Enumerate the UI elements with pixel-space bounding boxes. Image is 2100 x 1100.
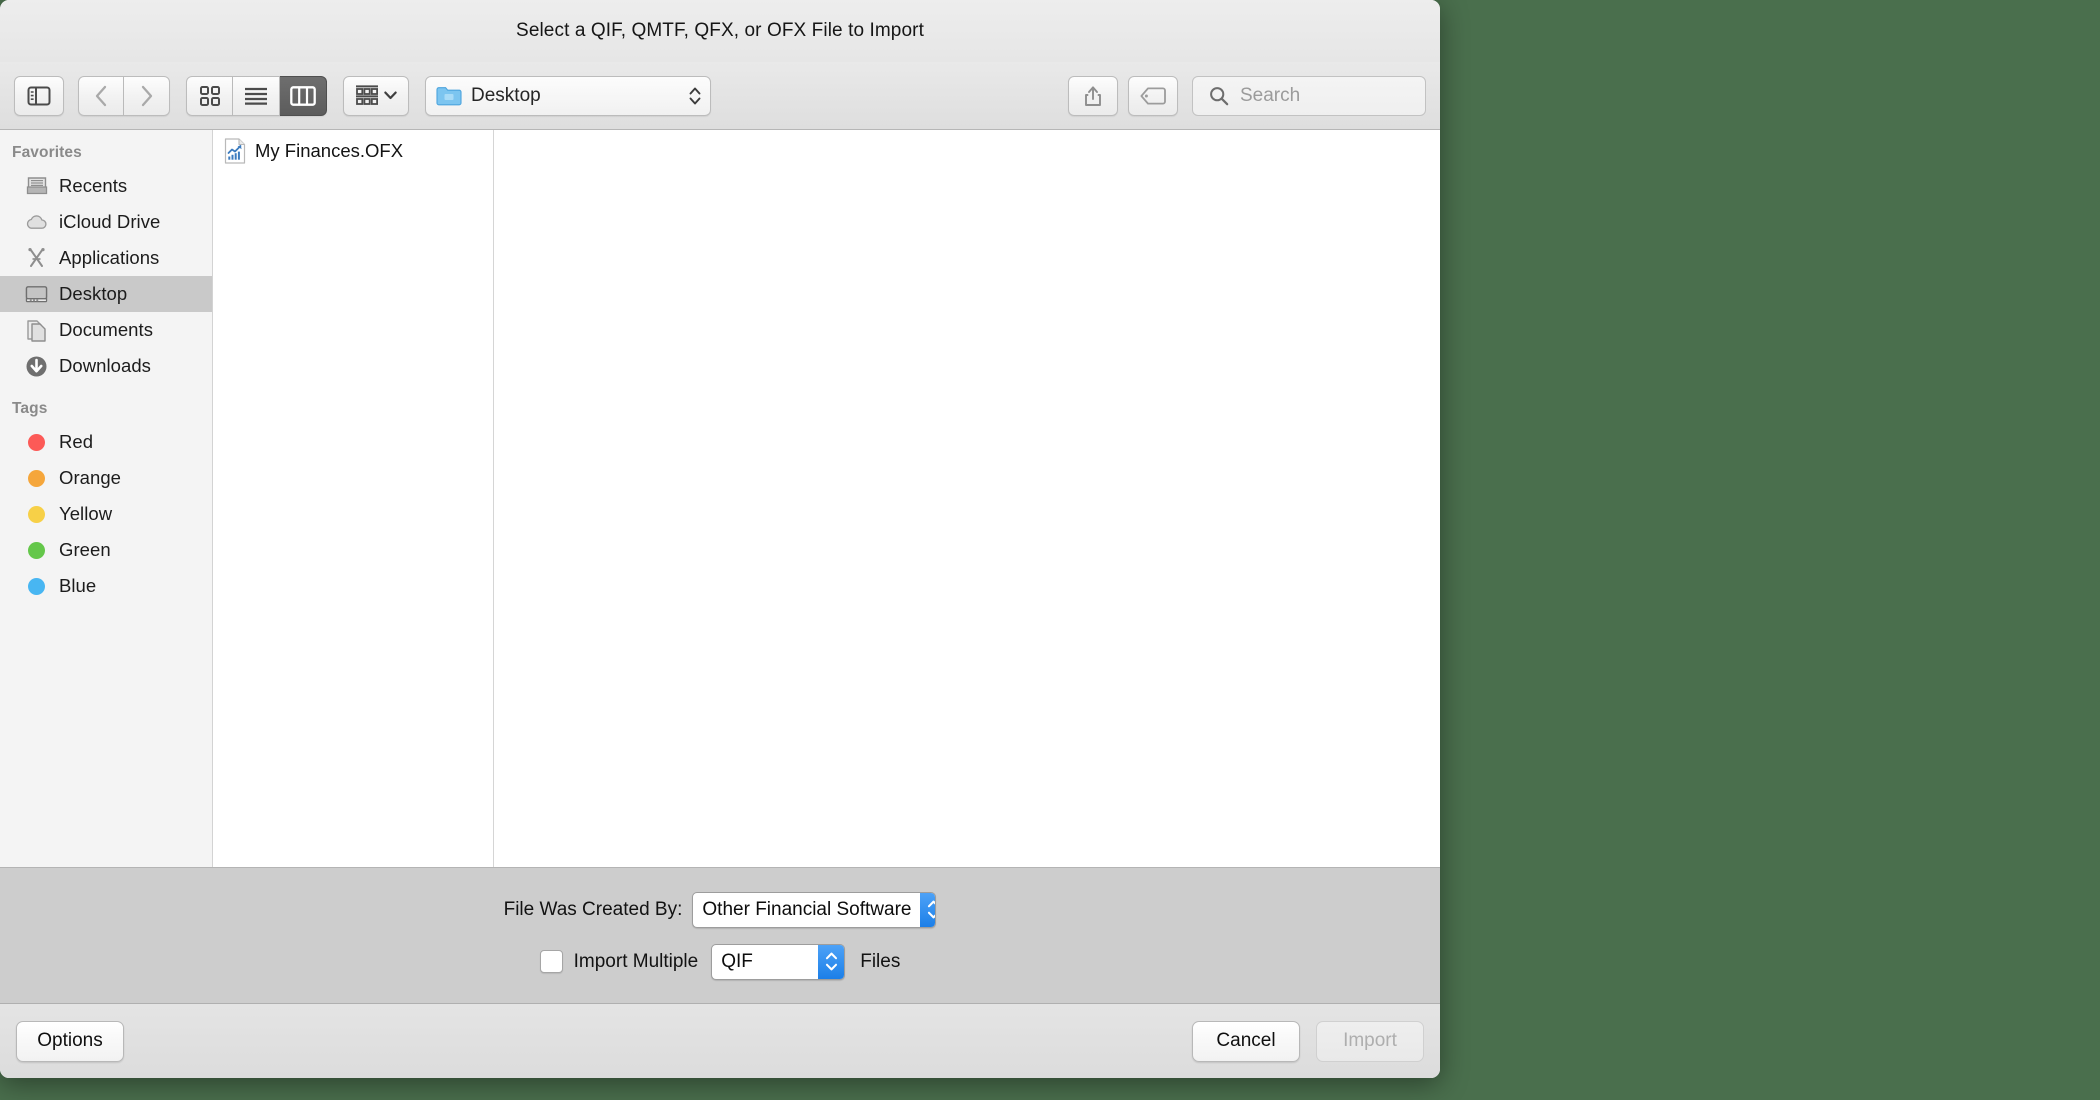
- documents-icon: [25, 319, 48, 342]
- applications-icon: [25, 247, 48, 270]
- cloud-icon: [25, 211, 48, 234]
- sidebar-tag-label: Blue: [59, 575, 97, 596]
- tag-dot-icon: [28, 505, 45, 523]
- share-button[interactable]: [1068, 75, 1118, 116]
- sidebar-item-recents[interactable]: Recents: [0, 168, 212, 204]
- list-item[interactable]: My Finances.OFX: [213, 135, 493, 167]
- sidebar-tag-yellow[interactable]: Yellow: [0, 496, 212, 532]
- search-placeholder: Search: [1240, 84, 1301, 106]
- sidebar-tag-label: Orange: [59, 467, 122, 488]
- desktop-icon: [25, 283, 48, 306]
- column-view: My Finances.OFX: [213, 130, 1440, 867]
- chevron-right-icon: [141, 85, 152, 106]
- path-popup-label: Desktop: [471, 84, 541, 106]
- sidebar-item-label: Documents: [59, 319, 154, 340]
- path-popup-button[interactable]: Desktop: [425, 75, 711, 116]
- tag-dot-icon: [28, 577, 45, 595]
- search-icon: [1210, 86, 1229, 105]
- list-view-button[interactable]: [233, 75, 280, 116]
- toolbar-right-group: Search: [1068, 75, 1426, 116]
- created-by-select[interactable]: Other Financial Software: [692, 891, 937, 928]
- toolbar: Desktop Search: [0, 62, 1440, 130]
- sidebar-item-label: Desktop: [59, 283, 128, 304]
- sidebar-item-downloads[interactable]: Downloads: [0, 348, 212, 384]
- icon-view-icon: [199, 85, 220, 106]
- ofx-document-icon: [224, 138, 246, 164]
- sidebar-tag-orange[interactable]: Orange: [0, 460, 212, 496]
- chevron-left-icon: [95, 85, 107, 106]
- sidebar-tag-red[interactable]: Red: [0, 424, 212, 460]
- file-browser: Favorites Recents iCloud Drive Applicati…: [0, 130, 1440, 868]
- updown-chevron-icon: [920, 892, 936, 927]
- search-input[interactable]: Search: [1192, 75, 1426, 116]
- updown-chevron-icon: [818, 944, 845, 979]
- group-by-button[interactable]: [343, 75, 409, 116]
- sidebar-item-label: Downloads: [59, 355, 151, 376]
- sidebar-toggle-icon[interactable]: [14, 75, 64, 116]
- sidebar-tag-label: Green: [59, 539, 111, 560]
- file-type-select[interactable]: QIF: [711, 943, 846, 980]
- file-picker-window: Select a QIF, QMTF, QFX, or OFX File to …: [0, 0, 1440, 1078]
- sidebar-section-tags: Tags: [12, 400, 48, 417]
- accessory-panel: File Was Created By: Other Financial Sof…: [0, 868, 1440, 1004]
- sidebar-tag-blue[interactable]: Blue: [0, 568, 212, 604]
- downloads-icon: [25, 355, 48, 378]
- sidebar-item-label: iCloud Drive: [59, 211, 161, 232]
- recents-icon: [25, 175, 48, 198]
- sidebar-tag-label: Red: [59, 431, 94, 452]
- sidebar-item-label: Applications: [59, 247, 160, 268]
- created-by-row: File Was Created By: Other Financial Sof…: [503, 891, 937, 928]
- icon-view-button[interactable]: [186, 75, 233, 116]
- created-by-value: Other Financial Software: [702, 898, 912, 920]
- import-button[interactable]: Import: [1316, 1020, 1424, 1062]
- file-name-label: My Finances.OFX: [255, 140, 404, 161]
- view-mode-segment: [186, 75, 327, 116]
- sidebar-item-applications[interactable]: Applications: [0, 240, 212, 276]
- sidebar-tag-label: Yellow: [59, 503, 113, 524]
- sidebar-item-desktop[interactable]: Desktop: [0, 276, 212, 312]
- tag-dot-icon: [28, 469, 45, 487]
- chevron-down-icon: [384, 91, 397, 100]
- folder-icon: [436, 87, 462, 106]
- files-label: Files: [860, 950, 901, 972]
- cancel-button[interactable]: Cancel: [1192, 1020, 1300, 1062]
- sidebar-item-icloud-drive[interactable]: iCloud Drive: [0, 204, 212, 240]
- browser-column-2[interactable]: [494, 130, 1440, 867]
- sidebar: Favorites Recents iCloud Drive Applicati…: [0, 130, 213, 867]
- file-type-value: QIF: [721, 950, 753, 972]
- sidebar-item-documents[interactable]: Documents: [0, 312, 212, 348]
- options-button[interactable]: Options: [16, 1020, 124, 1062]
- page-title: Select a QIF, QMTF, QFX, or OFX File to …: [516, 20, 924, 41]
- created-by-label: File Was Created By:: [503, 898, 683, 920]
- import-multiple-checkbox[interactable]: [539, 950, 563, 973]
- sidebar-tag-green[interactable]: Green: [0, 532, 212, 568]
- list-view-icon: [245, 87, 267, 105]
- tag-icon: [1140, 87, 1166, 104]
- share-icon: [1085, 85, 1101, 106]
- forward-button[interactable]: [124, 75, 170, 116]
- navigation-segment: [78, 75, 170, 116]
- import-multiple-label: Import Multiple: [573, 950, 699, 972]
- tag-button[interactable]: [1128, 75, 1178, 116]
- browser-column-1[interactable]: My Finances.OFX: [213, 130, 494, 867]
- column-view-button[interactable]: [280, 75, 327, 116]
- tag-dot-icon: [28, 541, 45, 559]
- footer-bar: Options Cancel Import: [0, 1004, 1440, 1078]
- tag-dot-icon: [28, 433, 45, 451]
- column-view-icon: [290, 85, 316, 106]
- group-by-icon: [356, 84, 378, 105]
- sidebar-item-label: Recents: [59, 175, 128, 196]
- back-button[interactable]: [78, 75, 124, 116]
- import-multiple-row: Import Multiple QIF Files: [539, 943, 901, 980]
- titlebar: Select a QIF, QMTF, QFX, or OFX File to …: [0, 0, 1440, 62]
- footer-actions: Cancel Import: [1192, 1020, 1424, 1062]
- sidebar-section-favorites: Favorites: [12, 144, 82, 161]
- updown-chevron-icon: [689, 87, 701, 104]
